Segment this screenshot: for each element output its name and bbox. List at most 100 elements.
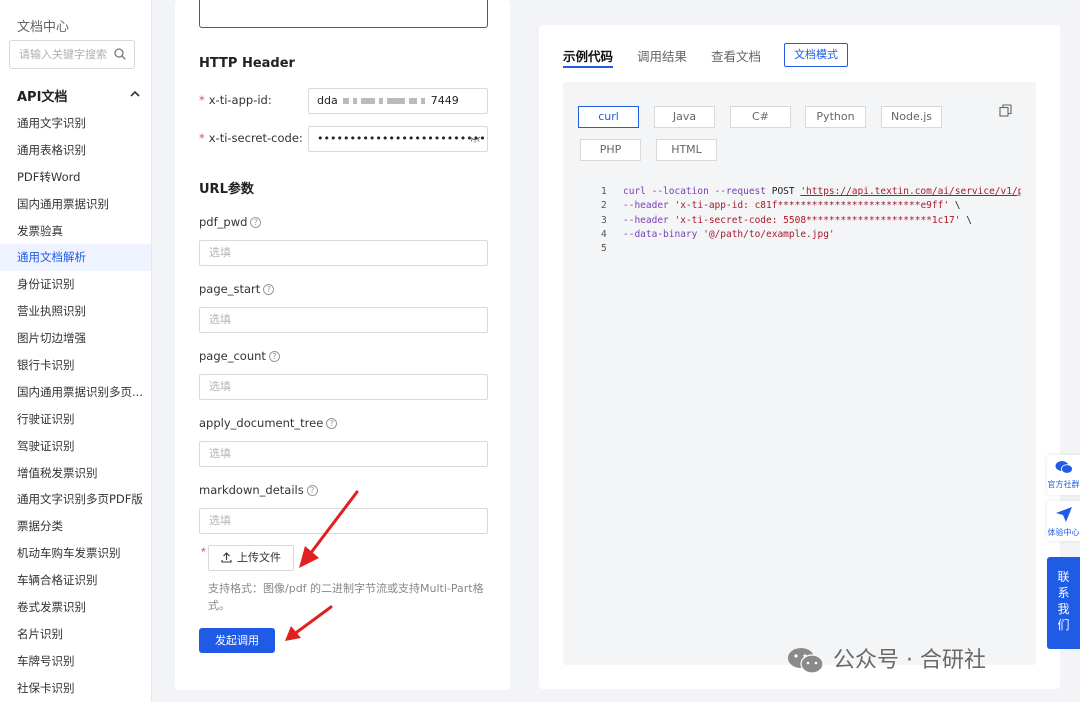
code-token: '@/path/to/example.jpg'	[703, 228, 835, 240]
lang-curl[interactable]: curl	[578, 106, 639, 128]
sidebar-item[interactable]: 图片切边增强	[0, 325, 151, 352]
field-label-text: pdf_pwd	[199, 215, 248, 229]
field-input-page-start[interactable]: 选填	[199, 307, 488, 333]
field-input-pdf-pwd[interactable]: 选填	[199, 240, 488, 266]
previous-field-input[interactable]	[199, 0, 488, 28]
code-token: \	[949, 200, 961, 212]
help-icon[interactable]: ?	[306, 485, 318, 496]
tab-sample-code[interactable]: 示例代码	[563, 46, 614, 68]
lang-python[interactable]: Python	[805, 106, 866, 128]
lang-php[interactable]: PHP	[580, 139, 641, 161]
lang-nodejs[interactable]: Node.js	[881, 106, 942, 128]
tab-call-result[interactable]: 调用结果	[637, 46, 687, 65]
field-label-markdown-details: markdown_details?	[199, 483, 318, 497]
copy-icon[interactable]	[999, 104, 1012, 117]
secret-code-row: * x-ti-secret-code: •••••••••••••••••••••…	[199, 126, 488, 152]
sidebar-item[interactable]: 国内通用票据识别多页...	[0, 379, 151, 406]
app-id-input[interactable]: dda 7449	[308, 88, 488, 114]
field-label-text: page_start	[199, 282, 261, 296]
field-label-pdf-pwd: pdf_pwd?	[199, 215, 262, 229]
http-header-title: HTTP Header	[199, 56, 295, 71]
search-icon[interactable]	[114, 48, 126, 60]
sidebar-item[interactable]: PDF转Word	[0, 164, 151, 191]
code-token: --header	[623, 200, 669, 212]
watermark-text: 公众号 · 合研社	[833, 648, 986, 673]
secret-code-input[interactable]: •••••••••••••••••••••••••••••	[308, 126, 488, 152]
help-icon[interactable]: ?	[263, 284, 275, 295]
lang-java[interactable]: Java	[654, 106, 715, 128]
sidebar-item[interactable]: 社保卡识别	[0, 675, 151, 702]
sidebar-item[interactable]: 名片识别	[0, 621, 151, 648]
code-token: \	[960, 214, 972, 226]
help-icon[interactable]: ?	[250, 217, 262, 228]
field-label-page-count: page_count?	[199, 349, 280, 363]
sidebar-item[interactable]: 营业执照识别	[0, 298, 151, 325]
experience-widget[interactable]: 体验中心	[1047, 501, 1080, 541]
sidebar-section-label: API文档	[17, 90, 68, 105]
field-input-page-count[interactable]: 选填	[199, 374, 488, 400]
wechat-icon	[788, 648, 824, 674]
secret-code-value: •••••••••••••••••••••••••••••	[317, 132, 488, 145]
contact-us-char: 系	[1057, 586, 1070, 600]
sidebar-item[interactable]: 增值税发票识别	[0, 460, 151, 487]
help-icon[interactable]: ?	[268, 351, 280, 362]
secret-code-label-text: x-ti-secret-code:	[208, 131, 303, 145]
redacted-mark	[353, 98, 358, 104]
line-number: 4	[601, 228, 607, 240]
redacted-mark	[387, 98, 406, 104]
code-token: curl --location --request	[623, 186, 766, 197]
lang-html[interactable]: HTML	[656, 139, 717, 161]
upload-file-button[interactable]: 上传文件	[208, 545, 294, 571]
field-input-apply-document-tree[interactable]: 选填	[199, 441, 488, 467]
sidebar-item[interactable]: 通用文字识别多页PDF版	[0, 486, 151, 513]
sidebar-item[interactable]: 通用文字识别	[0, 110, 151, 137]
tab-view-docs[interactable]: 查看文档	[711, 46, 761, 65]
sidebar-section-api[interactable]: API文档	[17, 86, 143, 105]
sidebar: 文档中心 请输入关键字搜索 API文档 通用文字识别 通用表格识别 PDF转Word…	[0, 0, 152, 702]
wechat-icon	[1055, 461, 1073, 474]
search-placeholder: 请输入关键字搜索	[19, 48, 107, 61]
sidebar-item[interactable]: 机动车购车发票识别	[0, 540, 151, 567]
code-token: --header	[623, 214, 669, 226]
sidebar-item[interactable]: 发票验真	[0, 218, 151, 245]
field-input-markdown-details[interactable]: 选填	[199, 508, 488, 534]
field-label-apply-document-tree: apply_document_tree?	[199, 416, 338, 430]
field-label-text: apply_document_tree	[199, 416, 324, 430]
sidebar-item[interactable]: 通用文档解析	[0, 244, 151, 272]
community-widget[interactable]: 官方社群	[1047, 455, 1080, 495]
submit-call-button[interactable]: 发起调用	[199, 628, 275, 653]
sidebar-item[interactable]: 卷式发票识别	[0, 594, 151, 621]
send-icon	[1055, 507, 1072, 522]
community-label: 官方社群	[1047, 480, 1080, 489]
sidebar-item[interactable]: 通用表格识别	[0, 137, 151, 164]
sidebar-item[interactable]: 驾驶证识别	[0, 433, 151, 460]
app-id-value-suffix: 7449	[430, 94, 459, 107]
search-input[interactable]: 请输入关键字搜索	[9, 40, 135, 69]
url-params-title: URL参数	[199, 182, 254, 197]
sidebar-item[interactable]: 车牌号识别	[0, 648, 151, 675]
code-token: 'x-ti-app-id: c81f**********************…	[674, 200, 950, 212]
redacted-mark	[409, 98, 418, 104]
eye-off-icon[interactable]	[469, 134, 481, 144]
code-panel: 示例代码 调用结果 查看文档 文档模式 curl Java C# Python …	[539, 25, 1060, 689]
contact-us-button[interactable]: 联系我们	[1047, 557, 1080, 649]
sidebar-item[interactable]: 票据分类	[0, 513, 151, 540]
app-id-row: * x-ti-app-id: dda 7449	[199, 88, 488, 114]
lang-csharp[interactable]: C#	[730, 106, 791, 128]
help-icon[interactable]: ?	[326, 418, 338, 429]
upload-icon	[221, 552, 232, 563]
doc-mode-button[interactable]: 文档模式	[784, 43, 848, 67]
sidebar-item[interactable]: 车辆合格证识别	[0, 567, 151, 594]
sidebar-item[interactable]: 身份证识别	[0, 271, 151, 298]
app-id-label: * x-ti-app-id:	[199, 93, 272, 107]
sidebar-title: 文档中心	[17, 19, 70, 34]
field-label-text: page_count	[199, 349, 266, 363]
required-mark: *	[199, 93, 205, 107]
field-label-page-start: page_start?	[199, 282, 275, 296]
sidebar-item[interactable]: 银行卡识别	[0, 352, 151, 379]
field-label-text: markdown_details	[199, 483, 304, 497]
chevron-up-icon[interactable]	[129, 88, 141, 100]
code-token: POST	[766, 186, 801, 197]
sidebar-item[interactable]: 行驶证识别	[0, 406, 151, 433]
sidebar-item[interactable]: 国内通用票据识别	[0, 191, 151, 218]
